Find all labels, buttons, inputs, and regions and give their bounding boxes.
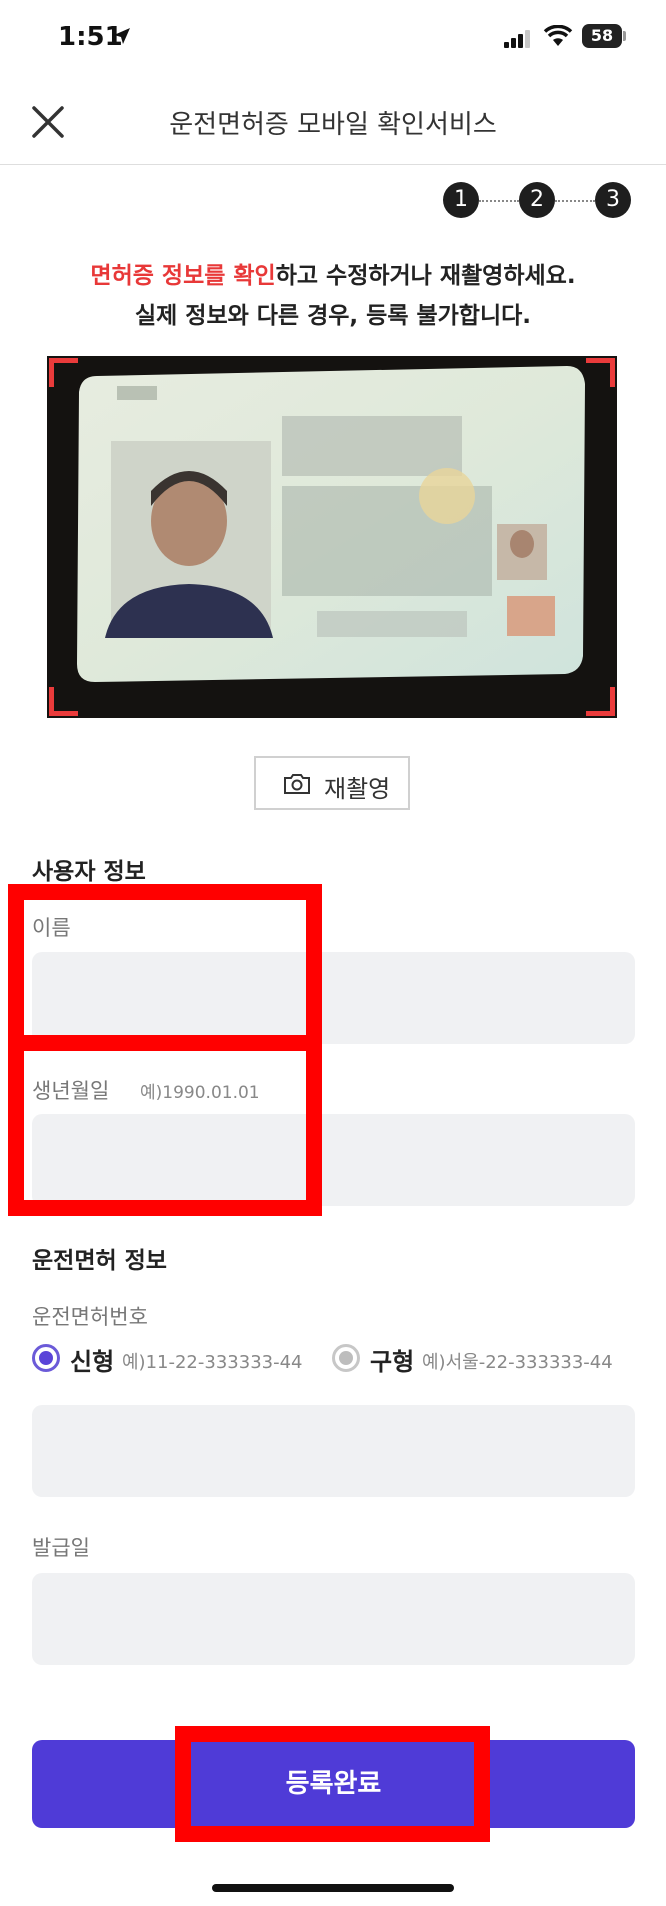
old-type-hint: 예)서울-22-333333-44 [422,1352,613,1373]
radio-old-type[interactable] [332,1344,360,1372]
license-number-label: 운전면허번호 [32,1305,148,1329]
frame-corner [586,687,615,716]
instruction-line-1: 면허증 정보를 확인하고 수정하거나 재촬영하세요. [0,256,666,290]
step-2: 2 [519,182,555,218]
instruction-line-2: 실제 정보와 다른 경우, 등록 불가합니다. [134,303,532,329]
retake-button[interactable]: 재촬영 [254,756,410,810]
header-divider [0,164,666,165]
radio-old-label[interactable]: 구형 [370,1342,414,1377]
user-info-section-title: 사용자 정보 [32,859,146,885]
step-1: 1 [443,182,479,218]
radio-new-label[interactable]: 신형 [70,1342,114,1377]
wifi-icon [543,25,573,46]
frame-corner [49,687,78,716]
annotation-box-submit [175,1726,490,1842]
new-type-hint: 예)11-22-333333-44 [122,1352,303,1373]
instruction-rest: 하고 수정하거나 재촬영하세요. [275,263,576,289]
battery-icon: 58 [582,24,622,48]
radio-new-type[interactable] [32,1344,60,1372]
instruction-highlight: 면허증 정보를 확인 [90,263,276,289]
camera-icon [284,774,310,794]
frame-corner [586,358,615,387]
location-arrow-icon [114,28,130,44]
license-photo [47,356,617,718]
step-3: 3 [595,182,631,218]
step-connector [555,200,595,202]
license-info-section-title: 운전면허 정보 [32,1248,167,1274]
license-number-input[interactable] [32,1405,635,1497]
issue-date-input[interactable] [32,1573,635,1665]
battery-nub [623,31,626,41]
step-connector [479,200,519,202]
retake-label: 재촬영 [324,775,391,803]
cellular-signal-icon [504,30,530,48]
page-title: 운전면허증 모바일 확인서비스 [169,110,497,140]
home-indicator [212,1884,454,1892]
license-card-image [77,366,585,682]
annotation-box-divider [24,1035,306,1051]
frame-corner [49,358,78,387]
issue-date-label: 발급일 [32,1536,90,1560]
